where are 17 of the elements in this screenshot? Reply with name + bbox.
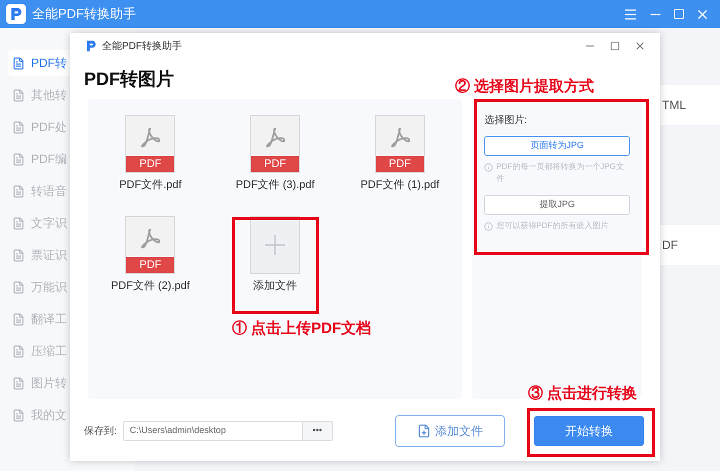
pdf-badge: PDF <box>126 256 174 272</box>
tool-card: DF <box>658 225 720 265</box>
annotation-text: ② 选择图片提取方式 <box>455 77 594 97</box>
options-label: 选择图片: <box>484 114 528 128</box>
pdf-badge: PDF <box>251 156 300 172</box>
annotation-text: ③ 点击进行转换 <box>528 384 638 404</box>
annotation-text: ① 点击上传PDF文档 <box>232 319 372 339</box>
app-title: 全能PDF转换助手 <box>32 5 136 24</box>
file-name: PDF文件 (3).pdf <box>236 178 315 193</box>
option-hint: 您可以获得PDF的所有嵌入图片 <box>496 220 608 232</box>
pdf-badge: PDF <box>126 156 174 172</box>
file-name: PDF文件 (2).pdf <box>110 278 190 294</box>
file-name: PDF文件.pdf <box>119 178 182 193</box>
file-name: PDF文件 (1).pdf <box>360 178 440 193</box>
save-label: 保存到: <box>84 424 117 438</box>
tool-card: TML <box>658 85 720 125</box>
pdf-badge: PDF <box>376 156 424 172</box>
